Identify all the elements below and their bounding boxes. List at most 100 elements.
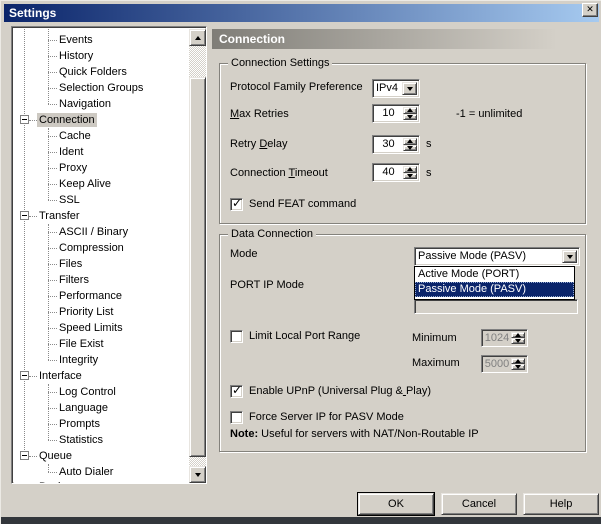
tree-item-ident[interactable]: Ident	[14, 144, 172, 160]
tree-item-label: Performance	[57, 289, 124, 303]
tree-connector	[48, 312, 57, 313]
spin-down-icon[interactable]	[403, 173, 417, 180]
title-bar[interactable]: Settings	[4, 4, 599, 22]
tree-connector	[29, 376, 37, 377]
help-button[interactable]: Help	[523, 493, 599, 515]
tree-item-proxy[interactable]: Proxy	[14, 160, 172, 176]
tree-item-compression[interactable]: Compression	[14, 240, 172, 256]
tree-item-quick-folders[interactable]: Quick Folders	[14, 64, 172, 80]
connection-timeout-value: 40	[375, 166, 402, 179]
tree-item-priority-list[interactable]: Priority List	[14, 304, 172, 320]
collapse-minus-icon[interactable]	[20, 451, 29, 460]
max-retries-value: 10	[375, 107, 402, 120]
tree-item-label: Priority List	[57, 305, 115, 319]
max-retries-stepper[interactable]: 10	[372, 104, 420, 123]
connection-timeout-stepper[interactable]: 40	[372, 163, 420, 182]
tree-connector	[48, 56, 57, 57]
tree-item-label: ASCII / Binary	[57, 225, 130, 239]
tree-item-label: Queue	[37, 449, 74, 463]
scroll-up-icon[interactable]	[189, 29, 206, 46]
max-retries-hint: -1 = unlimited	[456, 108, 522, 121]
tree-item-ascii-binary[interactable]: ASCII / Binary	[14, 224, 172, 240]
tree-item-log-control[interactable]: Log Control	[14, 384, 172, 400]
cancel-button[interactable]: Cancel	[441, 493, 517, 515]
connection-timeout-label: Connection Timeout	[230, 167, 328, 180]
tree-item-file-exist[interactable]: File Exist	[14, 336, 172, 352]
scroll-down-icon[interactable]	[189, 466, 206, 483]
tree-item-interface[interactable]: Interface	[14, 368, 172, 384]
tree-item-selection-groups[interactable]: Selection Groups	[14, 80, 172, 96]
tree-item-filters[interactable]: Filters	[14, 272, 172, 288]
tree-connector	[29, 216, 37, 217]
tree-item-prompts[interactable]: Prompts	[14, 416, 172, 432]
tree-connector	[48, 296, 57, 297]
tree-item-label: Keep Alive	[57, 177, 113, 191]
tree-item-connection[interactable]: Connection	[14, 112, 172, 128]
mode-value: Passive Mode (PASV)	[418, 250, 561, 263]
tree-item-language[interactable]: Language	[14, 400, 172, 416]
chevron-down-icon[interactable]	[402, 82, 417, 95]
mode-option-active[interactable]: Active Mode (PORT)	[415, 267, 574, 282]
tree-viewport: Events History Quick Folders Selection G…	[14, 29, 206, 483]
force-server-ip-label[interactable]: Force Server IP for PASV Mode	[249, 411, 404, 424]
tree-item-label: Auto Dialer	[57, 465, 115, 479]
tree-item-label-selected: Connection	[37, 113, 97, 127]
tree-connector	[48, 360, 57, 361]
settings-dialog: Settings ✕ Events History Quick Folders …	[0, 0, 601, 524]
tree-item-label: Filters	[57, 273, 91, 287]
send-feat-label[interactable]: Send FEAT command	[249, 198, 356, 211]
tree-item-events[interactable]: Events	[14, 32, 172, 48]
scrollbar-thumb[interactable]	[189, 77, 206, 457]
tree-connector	[48, 472, 57, 473]
tree-item-cache[interactable]: Cache	[14, 128, 172, 144]
tree-item-statistics[interactable]: Statistics	[14, 432, 172, 448]
retry-delay-stepper[interactable]: 30	[372, 135, 420, 154]
chevron-down-icon[interactable]	[562, 250, 577, 263]
tree-item-history[interactable]: History	[14, 48, 172, 64]
limit-port-range-checkbox[interactable]	[230, 330, 243, 343]
retry-delay-value: 30	[375, 138, 402, 151]
tree-item-auto-dialer[interactable]: Auto Dialer	[14, 464, 172, 480]
ok-button[interactable]: OK	[358, 493, 434, 515]
tree-connector	[48, 168, 57, 169]
maximum-label: Maximum	[412, 357, 460, 370]
tree-connector	[48, 328, 57, 329]
send-feat-checkbox[interactable]	[230, 198, 243, 211]
mode-option-passive-selected[interactable]: Passive Mode (PASV)	[415, 282, 574, 297]
tree-item-files[interactable]: Files	[14, 256, 172, 272]
spin-down-icon[interactable]	[403, 114, 417, 121]
tree-item-ssl[interactable]: SSL	[14, 192, 172, 208]
tree-item-navigation[interactable]: Navigation	[14, 96, 172, 112]
protocol-family-label: Protocol Family Preference	[230, 81, 363, 94]
tree-item-keep-alive[interactable]: Keep Alive	[14, 176, 172, 192]
enable-upnp-checkbox[interactable]	[230, 385, 243, 398]
limit-port-range-label[interactable]: Limit Local Port Range	[249, 330, 360, 343]
tree-item-label: Language	[57, 401, 110, 415]
close-icon[interactable]: ✕	[582, 3, 598, 17]
protocol-family-select[interactable]: IPv4	[372, 79, 420, 98]
tree-item-integrity[interactable]: Integrity	[14, 352, 172, 368]
collapse-minus-icon[interactable]	[20, 115, 29, 124]
tree-item-label: Statistics	[57, 433, 105, 447]
mode-select[interactable]: Passive Mode (PASV)	[414, 247, 580, 266]
tree-item-label: Compression	[57, 241, 126, 255]
connection-settings-group: Connection Settings Protocol Family Pref…	[219, 63, 586, 224]
collapse-minus-icon[interactable]	[20, 371, 29, 380]
tree-item-label: Selection Groups	[57, 81, 145, 95]
port-ip-mode-field-disabled	[414, 299, 578, 314]
tree-connector	[48, 264, 57, 265]
force-server-ip-checkbox[interactable]	[230, 411, 243, 424]
tree-item-performance[interactable]: Performance	[14, 288, 172, 304]
spin-down-icon[interactable]	[403, 145, 417, 152]
tree-connector	[29, 120, 37, 121]
tree-item-transfer[interactable]: Transfer	[14, 208, 172, 224]
maximum-stepper-disabled: 5000	[481, 355, 528, 373]
collapse-minus-icon[interactable]	[20, 211, 29, 220]
enable-upnp-label[interactable]: Enable UPnP (Universal Plug & Play)	[249, 385, 431, 398]
tree-item-backup-clipped[interactable]: Backup	[14, 479, 172, 483]
tree-item-queue[interactable]: Queue	[14, 448, 172, 464]
group-title: Connection Settings	[228, 57, 332, 70]
tree-item-speed-limits[interactable]: Speed Limits	[14, 320, 172, 336]
tree-item-label: Cache	[57, 129, 93, 143]
tree-scrollbar[interactable]	[189, 29, 206, 483]
